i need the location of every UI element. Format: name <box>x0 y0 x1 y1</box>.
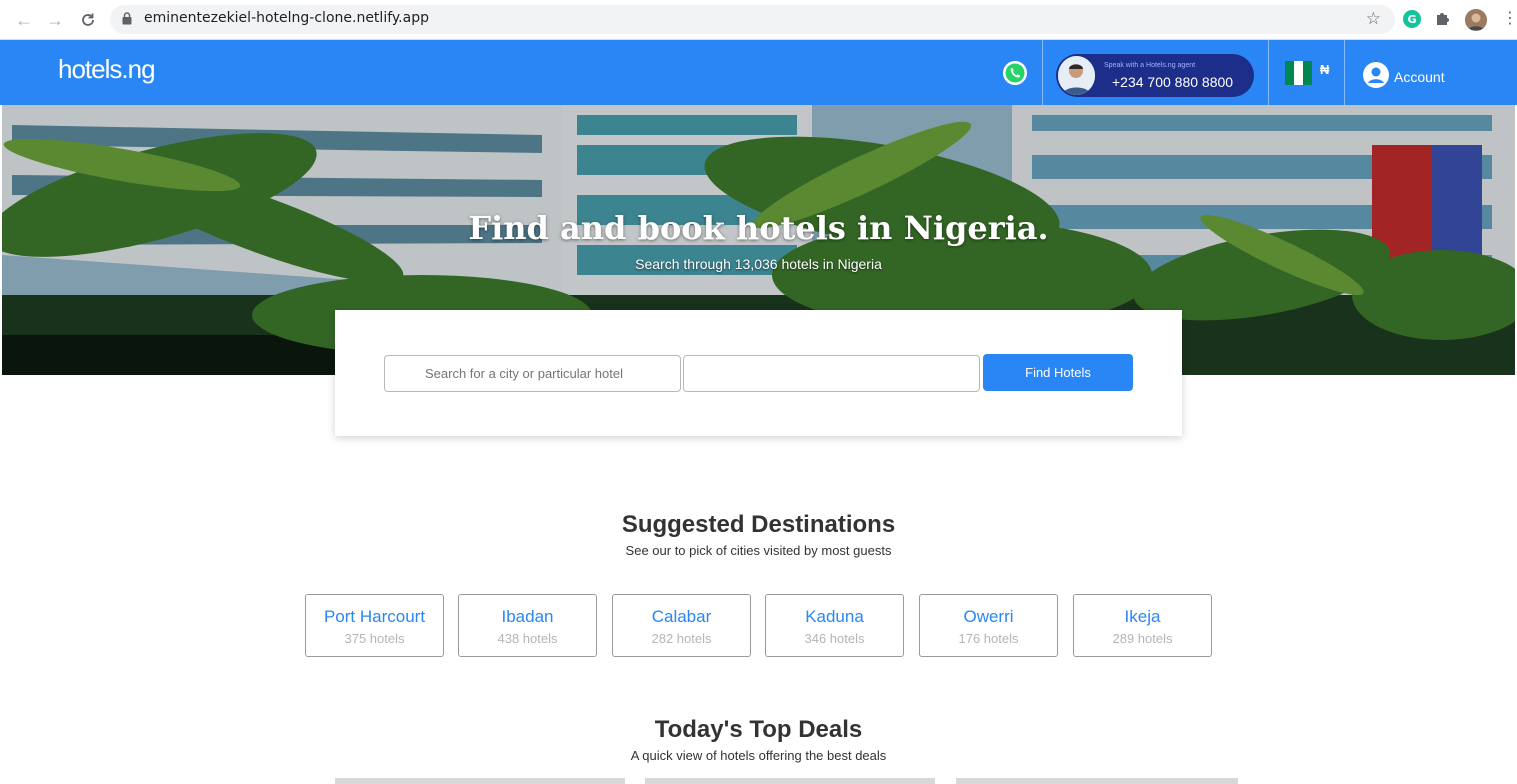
date-input[interactable] <box>683 355 980 392</box>
agent-avatar <box>1058 56 1095 95</box>
destination-count: 438 hotels <box>497 631 558 646</box>
phone-caption: Speak with a Hotels.ng agent <box>1104 62 1196 69</box>
hero-title: Find and book hotels in Nigeria. <box>468 209 1049 247</box>
city-search-input[interactable] <box>384 355 681 392</box>
account-link[interactable]: Account <box>1394 69 1445 85</box>
destination-card[interactable]: Kaduna 346 hotels <box>765 594 904 657</box>
currency-selector[interactable]: ₦ <box>1320 62 1329 77</box>
nigeria-flag-icon[interactable] <box>1285 61 1312 85</box>
destination-name: Ikeja <box>1124 607 1161 626</box>
destination-name: Port Harcourt <box>323 607 426 626</box>
destination-count: 346 hotels <box>804 631 865 646</box>
destination-card[interactable]: Port Harcourt 375 hotels <box>305 594 444 657</box>
find-hotels-button[interactable]: Find Hotels <box>983 354 1133 391</box>
site-header: hotels.ng Speak with a Hotels.ng agent +… <box>0 40 1517 105</box>
search-card: Find Hotels <box>335 310 1182 436</box>
deals-title: Today's Top Deals <box>654 716 863 743</box>
phone-number: +234 700 880 8800 <box>1112 74 1234 90</box>
extensions-puzzle-icon[interactable] <box>1434 9 1456 31</box>
header-divider <box>1268 40 1269 105</box>
deals-subtitle: A quick view of hotels offering the best… <box>630 748 887 763</box>
destination-name: Kaduna <box>805 607 864 626</box>
profile-avatar-icon[interactable] <box>1465 9 1487 31</box>
destination-name: Owerri <box>963 607 1014 626</box>
destinations-subtitle: See our to pick of cities visited by mos… <box>625 543 892 558</box>
site-logo[interactable]: hotels.ng <box>58 54 156 85</box>
destination-name: Calabar <box>651 607 712 626</box>
address-bar[interactable]: eminentezekiel-hotelng-clone.netlify.app… <box>110 5 1395 34</box>
destination-card[interactable]: Owerri 176 hotels <box>919 594 1058 657</box>
hero-subtitle: Search through 13,036 hotels in Nigeria <box>635 256 882 272</box>
url-text: eminentezekiel-hotelng-clone.netlify.app <box>144 10 429 26</box>
reload-icon[interactable] <box>77 9 99 31</box>
back-arrow-icon[interactable]: ← <box>13 9 35 31</box>
browser-toolbar: ← → eminentezekiel-hotelng-clone.netlify… <box>0 0 1517 40</box>
header-divider <box>1344 40 1345 105</box>
lock-icon <box>122 12 132 25</box>
deal-card[interactable] <box>645 778 935 784</box>
destination-count: 375 hotels <box>344 631 405 646</box>
destination-card[interactable]: Ibadan 438 hotels <box>458 594 597 657</box>
svg-text:G: G <box>1407 13 1416 26</box>
destination-card[interactable]: Calabar 282 hotels <box>612 594 751 657</box>
whatsapp-icon[interactable] <box>1002 60 1028 86</box>
destination-card[interactable]: Ikeja 289 hotels <box>1073 594 1212 657</box>
account-user-icon[interactable] <box>1363 62 1389 88</box>
browser-menu-icon[interactable]: ⋮ <box>1502 9 1517 31</box>
destination-count: 176 hotels <box>958 631 1019 646</box>
deal-card[interactable] <box>335 778 625 784</box>
deal-card[interactable] <box>956 778 1238 784</box>
bookmark-star-icon[interactable]: ☆ <box>1366 9 1381 29</box>
call-agent-pill[interactable]: Speak with a Hotels.ng agent +234 700 88… <box>1056 54 1254 97</box>
destination-count: 282 hotels <box>651 631 712 646</box>
destination-count: 289 hotels <box>1112 631 1173 646</box>
forward-arrow-icon[interactable]: → <box>44 9 66 31</box>
destination-name: Ibadan <box>501 607 554 626</box>
grammarly-extension-icon[interactable]: G <box>1402 9 1424 31</box>
header-divider <box>1042 40 1043 105</box>
destinations-title: Suggested Destinations <box>621 511 896 538</box>
